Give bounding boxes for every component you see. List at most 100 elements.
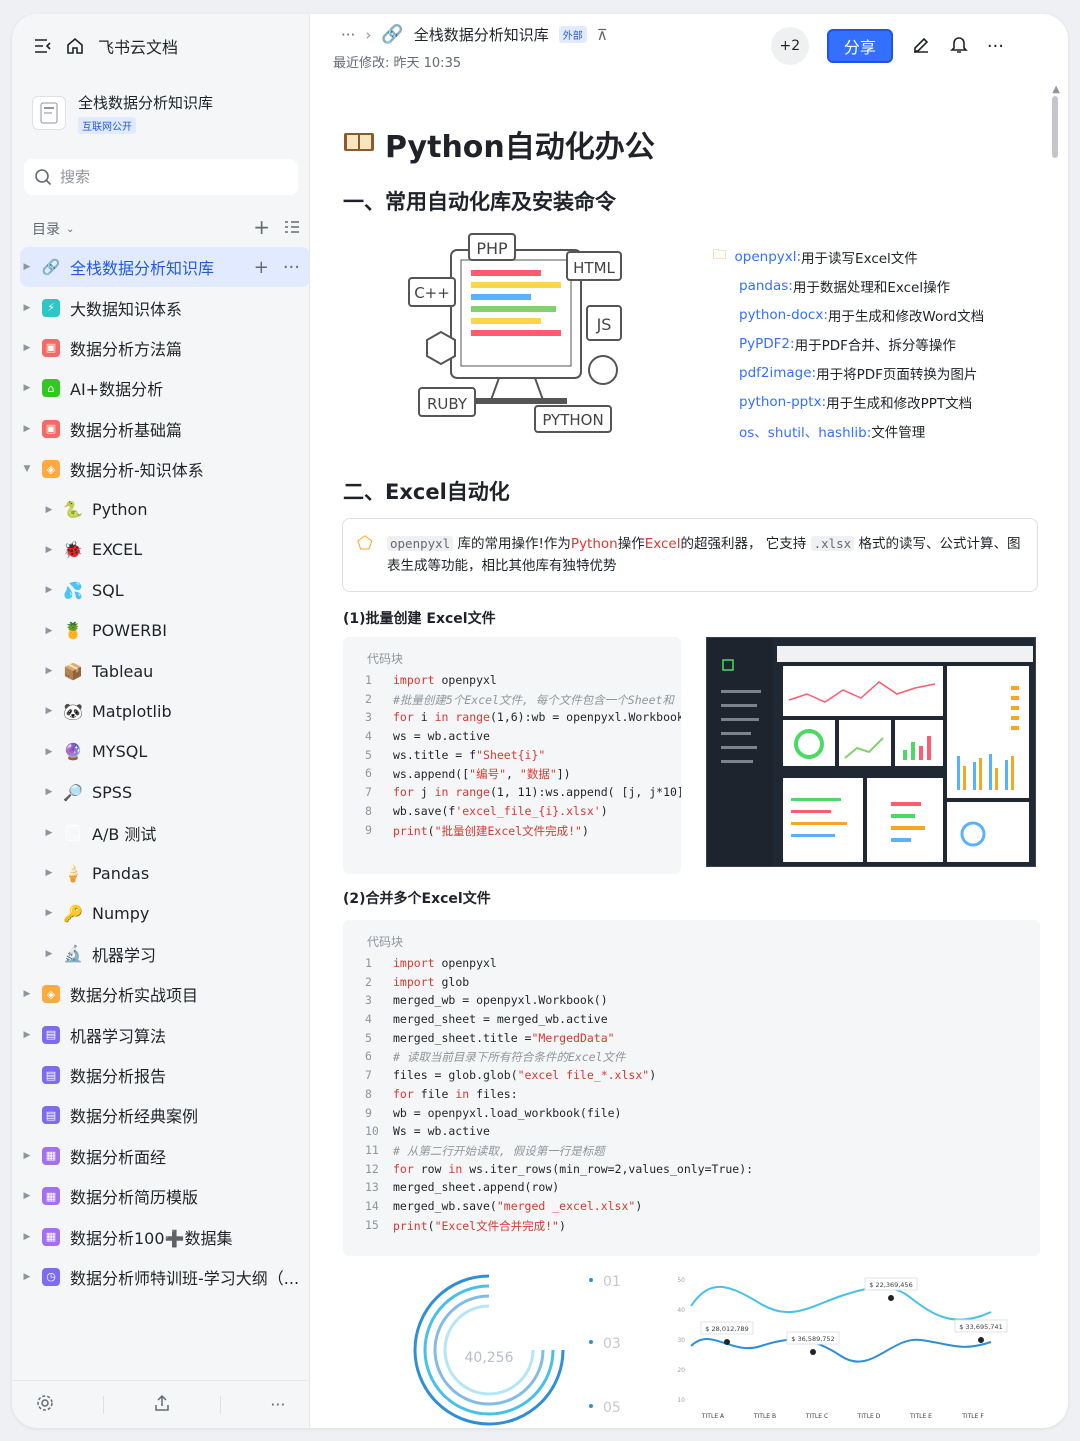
expand-arrow-icon[interactable]: ▶	[42, 585, 56, 595]
expand-arrow-icon[interactable]: ▶	[20, 1191, 34, 1201]
tree-item[interactable]: ▶ ▣ 数据分析基础篇	[20, 409, 310, 449]
expand-arrow-icon[interactable]: ▶	[42, 545, 56, 555]
tree-item[interactable]: ▼ ◈ 数据分析-知识体系	[20, 449, 310, 489]
settings-icon[interactable]	[36, 1394, 54, 1416]
library-link[interactable]: os、shutil、hashlib:	[739, 421, 871, 441]
tree-item[interactable]: ▤ 数据分析经典案例	[20, 1095, 310, 1135]
label-python: PYTHON	[542, 411, 603, 429]
toc-header: 目录 ⌄ +	[32, 217, 300, 239]
tree-item[interactable]: ▶ ▦ 数据分析100➕数据集	[20, 1216, 310, 1256]
collapse-sidebar-icon[interactable]	[34, 38, 52, 54]
share-out-icon[interactable]	[153, 1394, 171, 1416]
tree-item[interactable]: ▶ ◈ 数据分析实战项目	[20, 974, 310, 1014]
add-icon[interactable]: +	[253, 217, 270, 238]
library-link[interactable]: python-docx:	[739, 307, 828, 323]
library-link[interactable]: openpyxl:	[735, 249, 802, 265]
expand-arrow-icon[interactable]: ▶	[42, 626, 56, 636]
tree-item[interactable]: ▶ 🔬 机器学习	[20, 934, 310, 974]
expand-arrow-icon[interactable]: ▶	[42, 666, 56, 676]
tree-item[interactable]: ▶ ▣ 数据分析方法篇	[20, 328, 310, 368]
expand-arrow-icon[interactable]: ▶	[20, 1030, 34, 1040]
tree-item[interactable]: ▶ 💦 SQL	[20, 570, 310, 610]
expand-arrow-icon[interactable]: ▶	[20, 343, 34, 353]
library-list: 🗀 openpyxl: 用于读写Excel文件 pandas: 用于数据处理和Ex…	[713, 242, 984, 445]
app-name[interactable]: 飞书云文档	[98, 34, 178, 58]
data-point	[888, 1295, 894, 1301]
collapse-arrow-icon[interactable]: ▼	[20, 464, 34, 474]
tree-item[interactable]: ▶ ⌂ AI+数据分析	[20, 368, 310, 408]
expand-arrow-icon[interactable]: ▶	[20, 1151, 34, 1161]
list-icon[interactable]	[284, 220, 300, 238]
expand-arrow-icon[interactable]: ▶	[20, 1232, 34, 1242]
expand-arrow-icon[interactable]: ▶	[42, 706, 56, 716]
tree-item[interactable]: ▶ ▦ 数据分析面经	[20, 1136, 310, 1176]
callout-text: 的超强利器， 它支持	[680, 536, 811, 552]
library-link[interactable]: pandas:	[739, 278, 793, 294]
knowledge-base-header[interactable]: 全栈数据分析知识库 互联网公开	[32, 92, 213, 134]
bell-icon[interactable]	[949, 34, 969, 58]
tree-item[interactable]: ▶ 🔑 Numpy	[20, 893, 310, 933]
tree-item[interactable]: ▶ 🐍 Python	[20, 489, 310, 529]
expand-arrow-icon[interactable]: ▶	[42, 828, 56, 838]
tree-item[interactable]: ▶ 🔮 MYSQL	[20, 732, 310, 772]
tree-item[interactable]: ▶ 🐼 Matplotlib	[20, 691, 310, 731]
more-icon[interactable]: ···	[283, 257, 300, 278]
expand-arrow-icon[interactable]: ▶	[20, 424, 34, 434]
code-block-1[interactable]: 代码块 1 import openpyxl 2 #批量创建5个Excel文件, 每个文…	[343, 637, 681, 874]
expand-arrow-icon[interactable]: ▶	[42, 505, 56, 515]
expand-arrow-icon[interactable]: ▶	[42, 747, 56, 757]
section-heading-1: 一、常用自动化库及安装命令	[343, 190, 616, 214]
breadcrumb-more[interactable]: ···	[341, 26, 355, 44]
expand-arrow-icon[interactable]: ▶	[20, 303, 34, 313]
library-item: pdf2image: 用于将PDF页面转换为图片	[713, 358, 984, 387]
x-title: TITLE F	[961, 1413, 984, 1420]
tree-item[interactable]: ▶ ▤ 机器学习算法	[20, 1014, 310, 1054]
collaborators-count[interactable]: +2	[770, 27, 809, 65]
library-link[interactable]: pdf2image:	[739, 365, 816, 381]
tree-item[interactable]: ▶ 🐞 EXCEL	[20, 530, 310, 570]
expand-arrow-icon[interactable]: ▶	[42, 949, 56, 959]
expand-arrow-icon[interactable]: ▶	[20, 989, 34, 999]
tree-item[interactable]: ▶ 🔎 SPSS	[20, 772, 310, 812]
tree-item[interactable]: ▶ ▦ 数据分析简历模版	[20, 1176, 310, 1216]
library-item: 🗀 openpyxl: 用于读写Excel文件	[713, 242, 984, 271]
tree-item-label: 机器学习算法	[70, 1026, 167, 1046]
edit-icon[interactable]	[911, 34, 931, 58]
home-icon[interactable]	[66, 37, 84, 55]
tree-item[interactable]: ▶ 🗒 A/B 测试	[20, 812, 310, 852]
toc-label[interactable]: 目录	[32, 219, 60, 239]
expand-arrow-icon[interactable]: ▶	[20, 1272, 34, 1282]
tree-item[interactable]: ▶ ⚡ 大数据知识体系	[20, 287, 310, 327]
scrollbar-thumb[interactable]	[1052, 96, 1058, 158]
tree-item-root[interactable]: ▶ 🔗 全栈数据分析知识库 + ···	[20, 247, 310, 288]
library-link[interactable]: PyPDF2:	[739, 336, 795, 352]
expand-arrow-icon[interactable]: ▶	[20, 383, 34, 393]
scroll-up-icon[interactable]: ▲	[1052, 84, 1060, 95]
tree-item[interactable]: ▶ ◷ 数据分析师特训班-学习大纲（...	[20, 1257, 310, 1297]
tree-item[interactable]: ▤ 数据分析报告	[20, 1055, 310, 1095]
expand-arrow-icon[interactable]: ▶	[42, 868, 56, 878]
line-number: 14	[365, 1198, 379, 1213]
more-icon[interactable]: ···	[270, 1395, 285, 1414]
tree-item[interactable]: ▶ 🍍 POWERBI	[20, 611, 310, 651]
tree-item[interactable]: ▶ 🍦 Pandas	[20, 853, 310, 893]
code-line: 8 wb.save(f'excel_file_{i}.xlsx')	[365, 804, 681, 823]
tree-item-label: MYSQL	[92, 742, 148, 762]
pin-icon[interactable]: ⊼	[597, 26, 608, 44]
add-child-icon[interactable]: +	[254, 257, 269, 278]
code-block-2[interactable]: 代码块 1 import openpyxl 2 import glob 3 merged_…	[343, 920, 1040, 1256]
search-input[interactable]	[60, 168, 280, 186]
library-link[interactable]: python-pptx:	[739, 394, 826, 410]
search-box[interactable]	[24, 159, 298, 195]
subheading-2: (2)合并多个Excel文件	[343, 891, 491, 907]
share-button[interactable]: 分享	[826, 29, 893, 63]
tree-item-label: AI+数据分析	[70, 380, 164, 400]
expand-arrow-icon[interactable]: ▶	[20, 262, 34, 272]
tree-item[interactable]: ▶ 📦 Tableau	[20, 651, 310, 691]
more-icon[interactable]: ···	[987, 36, 1004, 57]
expand-arrow-icon[interactable]: ▶	[42, 908, 56, 918]
chevron-down-icon[interactable]: ⌄	[66, 224, 74, 235]
doc-title[interactable]: 全栈数据分析知识库	[414, 24, 549, 45]
infographic-preview: 40,256 01 03 05 50 40 30 20 10 $ 22,369,456 $ …	[413, 1274, 1008, 1426]
expand-arrow-icon[interactable]: ▶	[42, 787, 56, 797]
